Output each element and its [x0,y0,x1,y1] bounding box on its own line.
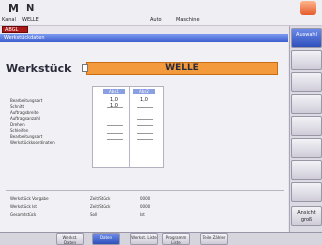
softkey-empty[interactable] [291,182,322,202]
divider [6,190,284,191]
softkey-empty[interactable] [291,94,322,114]
softkey-select[interactable]: Auswahl [291,28,322,48]
info-label: Werkstück Ist [10,204,37,209]
column-divider [129,87,130,167]
row-label: Werkstückkoordinaten [10,140,55,145]
workpiece-label: Werkstück [6,62,72,75]
panel-title: Werkstückdaten [4,35,45,41]
table-cell[interactable]: 1,0 [133,97,155,103]
horizontal-softkey-bar [0,232,322,245]
info-row: Werkstück Vorgabe [10,196,49,202]
info-label: Werkstück Vorgabe [10,196,49,201]
empty-dash [137,133,153,134]
empty-dash [107,133,123,134]
softkey-empty[interactable] [291,50,322,70]
table-cell[interactable]: 1,0 [103,103,125,109]
empty-dash [137,139,153,140]
mode-value: Maschine [176,17,200,23]
workpiece-value: WELLE [165,63,199,73]
program-name-box[interactable]: ABGL [2,26,28,33]
siemens-logo-icon: M [8,2,19,15]
softkey-empty[interactable] [291,138,322,158]
info-value: 0000 [140,204,151,209]
channel-label: Kanal [2,17,16,23]
softkey-workpiece-data[interactable]: Werkst. Daten [56,233,84,245]
softkey-data[interactable]: Daten [92,233,120,245]
info-label: Gesamtstück [10,212,37,217]
channel-value: WELLE [22,17,39,23]
info-value: Zeit/Stück [90,204,111,209]
softkey-part-counter[interactable]: Teile Zähler [200,233,228,245]
empty-dash [137,125,153,126]
info-value: Ist [140,212,145,217]
info-row: Gesamtstück [10,212,36,218]
softkey-label: Auswahl [296,32,317,38]
alarm-icon[interactable] [300,1,316,15]
info-value: Soll [90,212,98,217]
info-value: 0000 [140,196,151,201]
mode-label: Auto [150,17,162,23]
info-row: Werkstück Ist [10,204,37,210]
softkey-label: Ansicht groß [297,210,316,223]
status-row: Kanal WELLE Auto Maschine [0,15,290,25]
softkey-view-large[interactable]: Ansicht groß [291,206,322,226]
softkey-workpiece-list[interactable]: Werkst. Liste [130,233,158,245]
info-value: Zeit/Stück [90,196,111,201]
vertical-softkey-bar: Auswahl Ansicht groß [289,26,322,236]
softkey-empty[interactable] [291,160,322,180]
empty-dash [107,125,123,126]
mode-icon: N [26,3,35,14]
empty-dash [107,107,123,108]
softkey-empty[interactable] [291,72,322,92]
program-name: ABGL [5,27,19,33]
empty-dash [137,119,153,120]
empty-dash [107,139,123,140]
column-header: Abs1 [103,89,125,94]
softkey-program-list[interactable]: Programm Liste [162,233,190,245]
softkey-empty[interactable] [291,116,322,136]
parameter-table: Abs1 Abs2 1,0 1,0 1,0 [92,86,164,168]
empty-dash [137,107,153,108]
column-header: Abs2 [133,89,155,94]
